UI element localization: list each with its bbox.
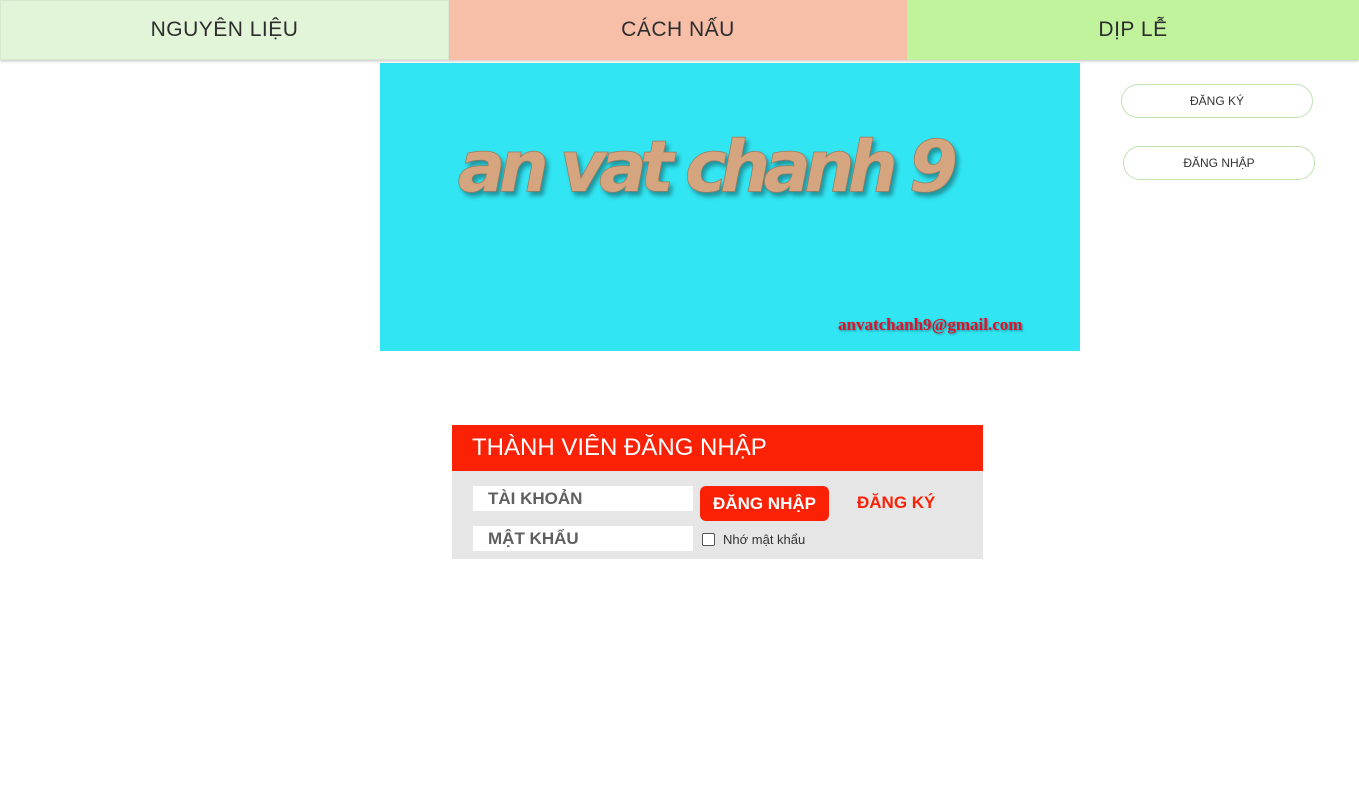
top-navigation: NGUYÊN LIỆU CÁCH NẤU DỊP LỄ [0,0,1359,60]
nav-item-dip-le[interactable]: DỊP LỄ [907,0,1359,60]
login-button[interactable]: ĐĂNG NHẬP [1123,146,1315,180]
register-button[interactable]: ĐĂNG KÝ [1121,84,1313,118]
login-submit-button[interactable]: ĐĂNG NHẬP [700,486,829,521]
nav-label: NGUYÊN LIỆU [150,18,299,41]
member-login-panel: THÀNH VIÊN ĐĂNG NHẬP ĐĂNG NHẬP ĐĂNG KÝ N… [452,425,983,559]
nav-item-nguyen-lieu[interactable]: NGUYÊN LIỆU [0,0,449,60]
register-link[interactable]: ĐĂNG KÝ [857,493,935,513]
login-panel-title: THÀNH VIÊN ĐĂNG NHẬP [452,425,983,471]
register-button-label: ĐĂNG KÝ [1189,94,1244,108]
banner-email: anvatchanh9@gmail.com [838,315,1022,334]
login-button-label: ĐĂNG NHẬP [1183,156,1255,170]
nav-label: DỊP LỄ [1098,18,1168,41]
password-input[interactable] [473,526,693,551]
banner-graphic: an vat chanh 9 anvatchanh9@gmail.com [457,125,1022,334]
nav-item-cach-nau[interactable]: CÁCH NẤU [449,0,907,60]
remember-password[interactable]: Nhớ mật khẩu [702,532,805,547]
site-banner: an vat chanh 9 anvatchanh9@gmail.com [380,63,1080,351]
username-input[interactable] [473,486,693,511]
login-submit-label: ĐĂNG NHẬP [713,493,816,513]
remember-label: Nhớ mật khẩu [723,532,806,547]
nav-label: CÁCH NẤU [621,18,735,41]
remember-checkbox[interactable] [702,533,715,546]
banner-logo-text: an vat chanh 9 [458,126,958,208]
